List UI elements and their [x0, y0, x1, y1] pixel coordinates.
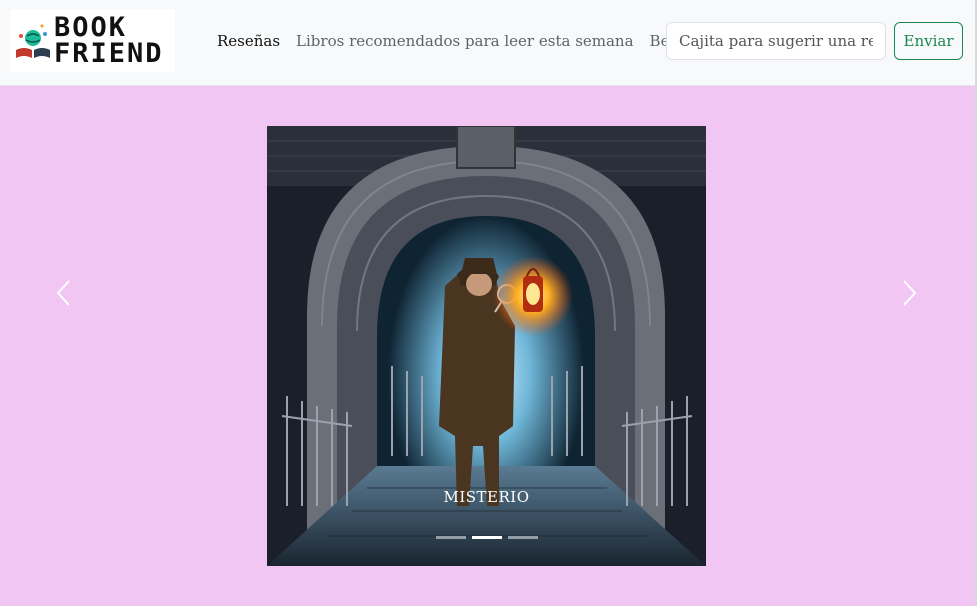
suggest-review-input[interactable] — [666, 22, 886, 60]
carousel-indicators — [267, 536, 706, 539]
chevron-right-icon[interactable] — [896, 278, 926, 308]
carousel: MISTERIO — [267, 126, 706, 566]
nav-links: Reseñas Libros recomendados para leer es… — [217, 32, 740, 50]
chevron-left-icon[interactable] — [50, 278, 80, 308]
carousel-indicator-3[interactable] — [507, 536, 538, 539]
brand-line-2: FRIEND — [54, 37, 164, 69]
slide-caption: MISTERIO — [443, 488, 530, 506]
carousel-indicator-1[interactable] — [435, 536, 466, 539]
send-button[interactable]: Enviar — [894, 22, 963, 60]
nav-item-resenas[interactable]: Reseñas — [217, 32, 280, 50]
navbar: BOOK FRIEND Reseñas Libros recomendados … — [0, 0, 977, 86]
carousel-indicator-2[interactable] — [471, 536, 502, 539]
nav-item-libros-recomendados[interactable]: Libros recomendados para leer esta seman… — [296, 32, 634, 50]
brand-logo[interactable]: BOOK FRIEND — [10, 9, 175, 72]
brand-name: BOOK FRIEND — [54, 11, 164, 69]
brand-line-1: BOOK — [54, 11, 128, 43]
book-globe-icon — [16, 24, 50, 58]
